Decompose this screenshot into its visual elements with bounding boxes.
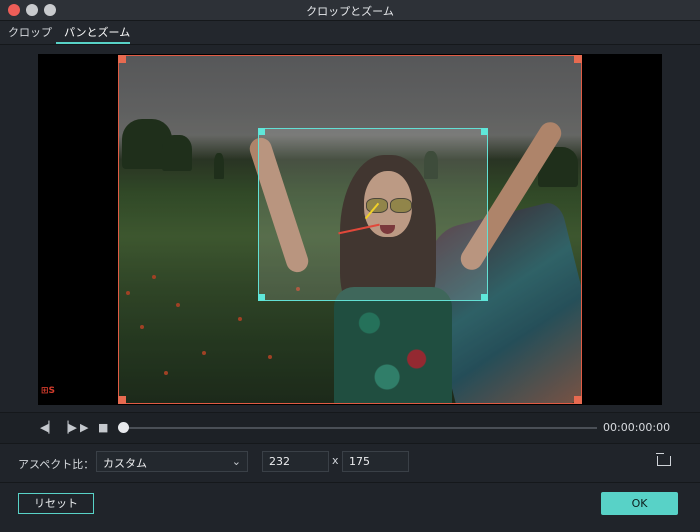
crop-zoom-window: クロップとズーム クロップ パンとズーム ⊞S ◀▏ ▕▶ ▶ ■ 00:00:…	[0, 0, 700, 532]
end-frame-handle-bl[interactable]	[258, 294, 265, 301]
title-bar: クロップとズーム	[0, 0, 700, 21]
aspect-ratio-label: アスペクト比：	[18, 458, 95, 471]
start-marker-icon: ⊞S	[41, 386, 56, 396]
window-title: クロップとズーム	[306, 5, 394, 18]
width-field[interactable]: 232	[262, 451, 329, 472]
start-frame-handle-tl[interactable]	[118, 55, 126, 63]
dimension-separator: x	[332, 454, 339, 467]
stop-icon[interactable]: ■	[98, 421, 108, 434]
ok-button[interactable]: OK	[601, 492, 678, 515]
timecode-display: 00:00:00:00	[603, 421, 671, 434]
aspect-ratio-value: カスタム	[103, 457, 147, 470]
start-frame-handle-br[interactable]	[574, 396, 582, 404]
aspect-ratio-select[interactable]: カスタム ⌄	[96, 451, 248, 472]
height-field[interactable]: 175	[342, 451, 409, 472]
footer-bar	[0, 482, 700, 532]
tab-bar: クロップ パンとズーム	[0, 21, 700, 45]
end-frame-handle-br[interactable]	[481, 294, 488, 301]
end-frame-handle-tr[interactable]	[481, 128, 488, 135]
swap-dimensions-icon[interactable]	[656, 453, 671, 466]
reset-button[interactable]: リセット	[18, 493, 94, 514]
tab-pan-zoom[interactable]: パンとズーム	[62, 24, 132, 40]
start-frame-handle-bl[interactable]	[118, 396, 126, 404]
playhead-knob[interactable]	[118, 422, 129, 433]
timeline-track[interactable]	[121, 427, 597, 429]
tab-crop[interactable]: クロップ	[6, 24, 54, 40]
previous-frame-icon[interactable]: ◀▏	[40, 421, 57, 434]
start-frame-handle-tr[interactable]	[574, 55, 582, 63]
preview-stage: ⊞S	[38, 54, 662, 405]
next-frame-icon[interactable]: ▕▶	[60, 421, 77, 434]
play-icon[interactable]: ▶	[80, 421, 88, 434]
active-tab-indicator	[56, 42, 130, 44]
chevron-down-icon: ⌄	[231, 455, 241, 468]
end-frame-handle-tl[interactable]	[258, 128, 265, 135]
end-frame-crop-box[interactable]	[258, 128, 488, 301]
